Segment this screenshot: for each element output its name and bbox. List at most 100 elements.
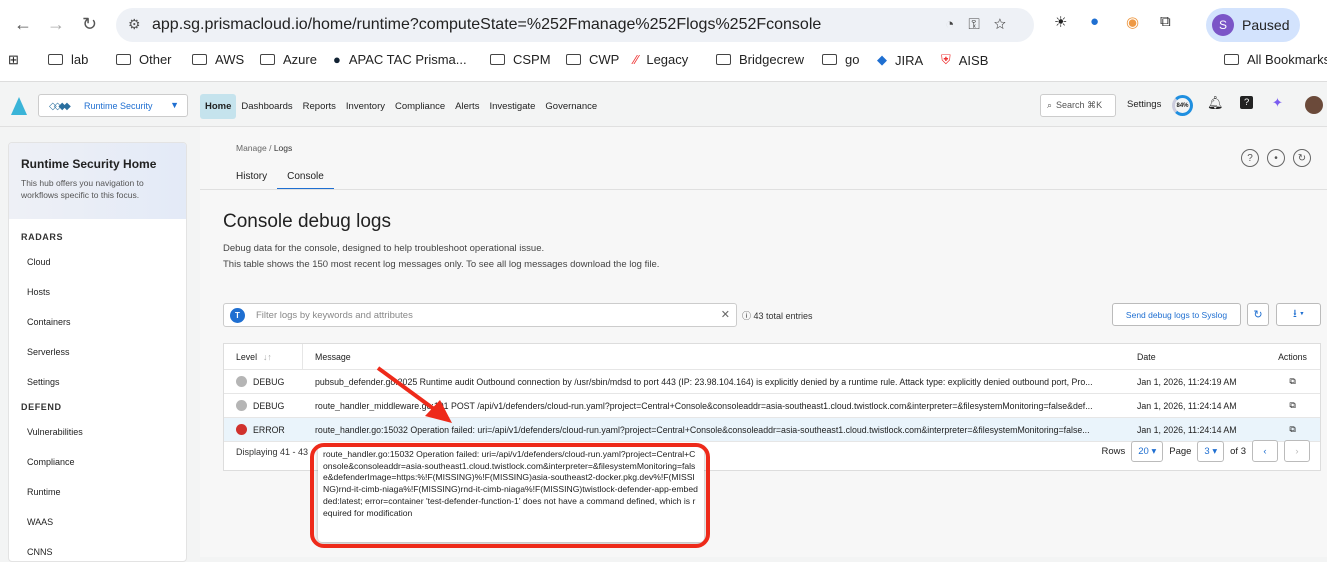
bookmark-aisb[interactable]: ⛨ AISB <box>941 52 988 68</box>
bookmark-bridgecrew[interactable]: Bridgecrew <box>716 52 804 67</box>
notification-icon[interactable]: • <box>1267 149 1285 167</box>
next-page-button[interactable]: › <box>1284 440 1310 462</box>
extension-color-icon[interactable]: ◉ <box>1126 13 1139 31</box>
address-bar[interactable]: ⚙ app.sg.prismacloud.io/home/runtime?com… <box>116 8 1034 42</box>
table-row[interactable]: DEBUG route_handler_middleware.go:101 PO… <box>224 394 1320 418</box>
send-syslog-button[interactable]: Send debug logs to Syslog <box>1112 303 1241 326</box>
nav-inventory[interactable]: Inventory <box>341 94 390 119</box>
tab-history[interactable]: History <box>226 163 277 190</box>
col-date[interactable]: Date <box>1125 352 1265 362</box>
bookmark-lab[interactable]: lab <box>48 52 88 67</box>
sidebar-title: Runtime Security Home <box>21 157 157 171</box>
page-description: Debug data for the console, designed to … <box>223 243 545 254</box>
sort-icon[interactable]: ↓↑ <box>263 352 272 362</box>
page-label: Page <box>1169 445 1192 457</box>
prisma-logo[interactable] <box>11 97 27 115</box>
bookmark-azure[interactable]: Azure <box>260 52 317 67</box>
product-switcher[interactable]: ◇◇◆◆ Runtime Security ▼ <box>38 94 188 117</box>
prev-page-button[interactable]: ‹ <box>1252 440 1278 462</box>
sidebar-item-hosts[interactable]: Hosts <box>9 277 186 307</box>
sidebar-item-runtime[interactable]: Runtime <box>9 477 186 507</box>
nav-reports[interactable]: Reports <box>298 94 341 119</box>
tab-console[interactable]: Console <box>277 163 334 190</box>
bookmark-legacy[interactable]: ⁄⁄ Legacy <box>634 52 688 67</box>
level-cell: DEBUG <box>224 394 303 417</box>
breadcrumb-logs: Logs <box>273 143 293 153</box>
help-circle-icon[interactable]: ? <box>1241 149 1259 167</box>
all-bookmarks[interactable]: All Bookmarks <box>1224 52 1327 67</box>
filter-input[interactable]: T Filter logs by keywords and attributes ✕ <box>223 303 737 327</box>
bookmark-other[interactable]: Other <box>116 52 172 67</box>
bookmark-go[interactable]: go <box>822 52 859 67</box>
bookmark-label: go <box>845 52 860 67</box>
col-level[interactable]: Level <box>236 352 257 362</box>
site-info-icon[interactable]: ⚙ <box>128 16 141 33</box>
date-cell: Jan 1, 2026, 11:24:14 AM <box>1137 424 1237 435</box>
sidebar-item-compliance[interactable]: Compliance <box>9 447 186 477</box>
copy-icon[interactable]: ⧉ <box>1265 424 1320 435</box>
sidebar-item-cloud[interactable]: Cloud <box>9 247 186 277</box>
help-icon: ⓘ <box>742 311 754 321</box>
level-dot-icon <box>236 424 247 435</box>
level-dot-icon <box>236 400 247 411</box>
sidebar-item-waas[interactable]: WAAS <box>9 507 186 537</box>
progress-ring[interactable]: 84% <box>1172 95 1193 116</box>
nav-home[interactable]: Home <box>200 94 237 119</box>
date-cell: Jan 1, 2026, 11:24:19 AM <box>1137 376 1237 387</box>
rows-select[interactable]: 20 ▾ <box>1131 440 1164 462</box>
nav-compliance[interactable]: Compliance <box>390 94 450 119</box>
page-value: 3 <box>1204 445 1210 457</box>
settings-link[interactable]: Settings <box>1127 99 1161 110</box>
profile-button[interactable]: S Paused <box>1206 8 1300 42</box>
bookmark-cwp[interactable]: CWP <box>566 52 619 67</box>
sidebar-item-cnns[interactable]: CNNS <box>9 537 186 561</box>
sidebar-item-vulnerabilities[interactable]: Vulnerabilities <box>9 417 186 447</box>
extensions-icon[interactable]: ⧉ <box>1160 13 1171 30</box>
bell-icon[interactable]: 🔔︎ <box>1207 95 1224 111</box>
copy-icon[interactable]: ⧉ <box>1265 400 1320 411</box>
nav-dashboards[interactable]: Dashboards <box>236 94 297 119</box>
global-search[interactable]: ⌕ Search ⌘K <box>1040 94 1116 117</box>
filter-placeholder: Filter logs by keywords and attributes <box>256 309 413 321</box>
copy-icon[interactable]: ⧉ <box>1265 376 1320 387</box>
bookmark-cspm[interactable]: CSPM <box>490 52 551 67</box>
forward-icon[interactable]: → <box>47 14 65 35</box>
avatar: S <box>1212 14 1234 36</box>
user-avatar[interactable] <box>1305 96 1323 114</box>
star-icon[interactable]: ◔⚿☆ <box>945 16 1020 33</box>
nav-governance[interactable]: Governance <box>540 94 602 119</box>
nav-alerts[interactable]: Alerts <box>450 94 484 119</box>
level-cell: DEBUG <box>224 370 303 393</box>
table-row[interactable]: DEBUG pubsub_defender.go:2025 Runtime au… <box>224 370 1320 394</box>
reload-icon[interactable]: ↻ <box>82 14 97 35</box>
breadcrumb-manage[interactable]: Manage <box>236 143 267 153</box>
bookmark-label: JIRA <box>895 52 924 68</box>
sidebar-item-settings[interactable]: Settings <box>9 367 186 397</box>
extension-zoom-icon[interactable]: ● <box>1090 13 1099 30</box>
refresh-button[interactable]: ↻ <box>1247 303 1269 326</box>
message-cell[interactable]: route_handler_middleware.go:101 POST /ap… <box>303 401 1125 411</box>
bookmark-label: All Bookmarks <box>1247 52 1327 67</box>
nav-investigate[interactable]: Investigate <box>484 94 540 119</box>
sparkle-icon[interactable]: ✦ <box>1272 95 1283 111</box>
bookmark-jira[interactable]: ◆ JIRA <box>877 52 923 68</box>
refresh-icon[interactable]: ↻ <box>1293 149 1311 167</box>
download-button[interactable]: ⭳ ▾ <box>1276 303 1321 326</box>
bookmark-aws[interactable]: AWS <box>192 52 244 67</box>
message-cell[interactable]: pubsub_defender.go:2025 Runtime audit Ou… <box>303 377 1125 387</box>
table-row[interactable]: ERROR route_handler.go:15032 Operation f… <box>224 418 1320 442</box>
level-label: DEBUG <box>253 376 285 387</box>
help-icon[interactable]: ? <box>1240 96 1254 109</box>
message-cell[interactable]: route_handler.go:15032 Operation failed:… <box>303 425 1125 435</box>
sidebar-item-containers[interactable]: Containers <box>9 307 186 337</box>
sidebar-item-serverless[interactable]: Serverless <box>9 337 186 367</box>
bookmark-label: CWP <box>589 52 620 67</box>
page-select[interactable]: 3 ▾ <box>1197 440 1225 462</box>
bookmark-label: AISB <box>958 52 989 68</box>
apps-icon[interactable]: ⊞ <box>8 52 19 68</box>
extension-icon[interactable]: ☀ <box>1054 13 1067 31</box>
back-icon[interactable]: ← <box>14 14 32 35</box>
bookmark-apac[interactable]: ● APAC TAC Prisma... <box>333 52 467 67</box>
total-label: 43 total entries <box>753 311 813 321</box>
clear-icon[interactable]: ✕ <box>721 308 730 321</box>
